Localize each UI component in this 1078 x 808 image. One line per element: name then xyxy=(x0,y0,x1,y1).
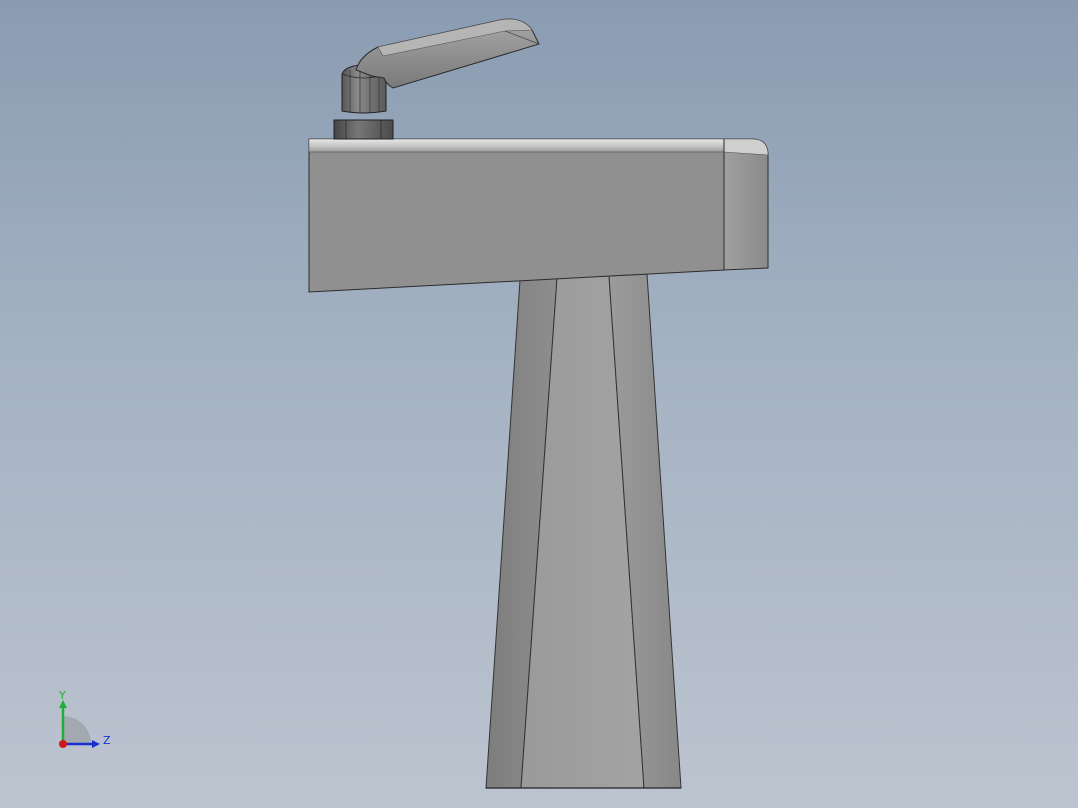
y-axis-label: Y xyxy=(58,689,66,702)
top-body[interactable] xyxy=(308,138,769,293)
orientation-triad: Y Z xyxy=(58,689,111,748)
faucet-model[interactable] xyxy=(0,0,1078,808)
x-axis-dot xyxy=(59,740,67,748)
lever-handle[interactable] xyxy=(355,18,540,89)
collar-nut[interactable] xyxy=(333,119,394,140)
z-axis-label: Z xyxy=(103,734,111,747)
cad-viewport[interactable]: Y Z xyxy=(0,0,1078,808)
triad-quadrant xyxy=(63,716,91,744)
tapered-pedestal[interactable] xyxy=(485,273,682,789)
z-axis-arrowhead xyxy=(92,740,100,748)
